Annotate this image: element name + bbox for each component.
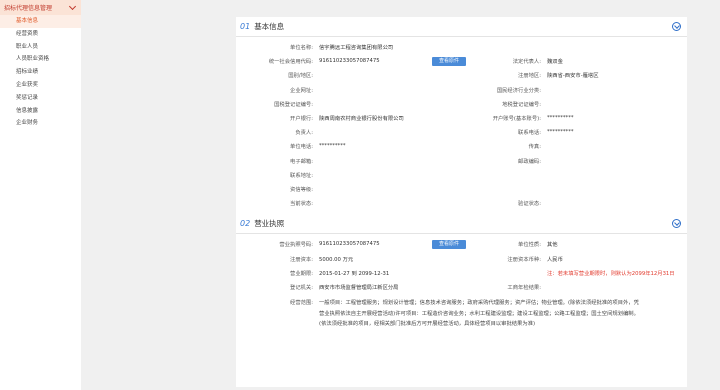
field-value: 其他 — [547, 242, 558, 249]
field-label: 当前状态: — [290, 201, 313, 208]
field-label: 邮政编码: — [518, 158, 541, 165]
field-row: 当前状态: 验证状态: — [236, 196, 687, 210]
field-value: 陕西周南农村商业银行股份有限公司 — [319, 116, 404, 123]
field-value: 5000.00 万元 — [319, 256, 354, 263]
field-row: 资信等级: — [236, 182, 687, 196]
field-label: 资信等级: — [290, 186, 313, 193]
field-row: 单位名称: 信宇腾远工程咨询集团有限公司 — [236, 40, 687, 54]
scope-label: 经营范围: — [290, 300, 313, 306]
field-label: 国别/地区: — [288, 73, 313, 80]
field-label: 工商年检结果: — [507, 284, 541, 291]
button-cell: 查看原件 — [429, 56, 471, 66]
field-label: 国税登记证编号: — [274, 101, 313, 108]
section-title: 营业执照 — [254, 219, 285, 229]
field-row: 单位电话: ********** 传真: — [236, 139, 687, 153]
sidebar-item[interactable]: 企业获奖 — [0, 79, 81, 92]
collapse-toggle-icon[interactable] — [672, 219, 681, 229]
sidebar-item[interactable]: 信息披露 — [0, 105, 81, 118]
main-panel: 01 基本信息 单位名称: 信宇腾远工程咨询集团有限公司 统一社会信用代码: 9161… — [236, 17, 687, 387]
button-cell: 查看原件 — [429, 239, 471, 249]
sidebar-header-label: 招标代理信息管理 — [4, 5, 53, 12]
field-row: 营业期限: 2015-01-27 到 2099-12-31 注：若未填写营业期限时，… — [236, 266, 687, 280]
field-value: ********** — [547, 115, 574, 122]
field-label: 地税登记证编号: — [502, 101, 541, 108]
field-label: 开户银行: — [290, 116, 313, 123]
field-row: 企业网址: 国民经济行业分类: — [236, 83, 687, 97]
sidebar-item[interactable]: 人员职业资格 — [0, 53, 81, 66]
section-number: 02 — [240, 219, 251, 229]
field-label: 联系电话: — [518, 130, 541, 137]
field-label: 登记机关: — [290, 284, 313, 291]
sidebar-item[interactable]: 经营资质 — [0, 28, 81, 41]
scope-text: 一般项目：工程管理服务；规划设计管理；信息技术咨询服务；政府采购代理服务；资产评… — [319, 300, 639, 327]
field-label: 营业期限: — [290, 270, 313, 277]
field-label: 联系地址: — [290, 172, 313, 179]
field-row: 国税登记证编号: 地税登记证编号: — [236, 97, 687, 111]
collapse-toggle-icon[interactable] — [672, 22, 681, 31]
field-label: 注册地区: — [518, 73, 541, 80]
field-value: 人民币 — [547, 256, 563, 263]
business-scope: 经营范围: 一般项目：工程管理服务；规划设计管理；信息技术咨询服务；政府采购代理… — [236, 294, 687, 330]
field-label: 开户账号(基本账号): — [492, 116, 541, 123]
field-label: 营业执照号码: — [279, 242, 313, 249]
sidebar-item[interactable]: 招标业绩 — [0, 66, 81, 79]
field-value: 916110233057087475 — [319, 241, 380, 248]
section-number: 01 — [240, 22, 251, 31]
chevron-down-icon[interactable] — [68, 2, 77, 10]
view-original-button[interactable]: 查看原件 — [432, 56, 466, 66]
sidebar-item[interactable]: 基本信息 — [0, 15, 81, 28]
field-row: 负责人: 联系电话: ********** — [236, 125, 687, 139]
field-value: 西安市市场监督管理局江新区分局 — [319, 284, 399, 291]
field-value: 注：若未填写营业期限时，则默认为2099年12月31日 — [547, 270, 675, 277]
sidebar-header[interactable]: 招标代理信息管理 — [0, 0, 81, 15]
field-value: 信宇腾远工程咨询集团有限公司 — [319, 45, 394, 52]
field-label: 单位名称: — [290, 45, 313, 52]
field-row: 营业执照号码: 916110233057087475 查看原件 单位性质: 其他 — [236, 237, 687, 251]
field-row: 登记机关: 西安市市场监督管理局江新区分局 工商年检结果: — [236, 280, 687, 294]
field-row: 开户银行: 陕西周南农村商业银行股份有限公司 开户账号(基本账号): ********… — [236, 111, 687, 125]
field-label: 注册资本币种: — [507, 256, 541, 263]
field-label: 统一社会信用代码: — [268, 59, 313, 66]
field-label: 传真: — [528, 144, 541, 151]
basic-info-section-header: 01 基本信息 — [236, 17, 687, 37]
field-row: 统一社会信用代码: 916110233057087475 查看原件 法定代表人: 魏双金 — [236, 54, 687, 68]
field-label: 法定代表人: — [512, 59, 541, 66]
field-row: 联系地址: — [236, 168, 687, 182]
field-row: 国别/地区: 注册地区: 陕西省-西安市-雁塔区 — [236, 68, 687, 82]
field-row: 注册资本: 5000.00 万元 注册资本币种: 人民币 — [236, 251, 687, 265]
field-label: 验证状态: — [518, 201, 541, 208]
basic-info-fields: 单位名称: 信宇腾远工程咨询集团有限公司 统一社会信用代码: 916110233057… — [236, 37, 687, 210]
sidebar-item[interactable]: 职业人员 — [0, 41, 81, 54]
sidebar-item[interactable]: 奖惩记录 — [0, 92, 81, 105]
section-title: 基本信息 — [254, 22, 285, 31]
field-label: 单位电话: — [290, 144, 313, 151]
field-label: 注册资本: — [290, 256, 313, 263]
field-value: ********** — [547, 129, 574, 136]
sidebar-menu: 基本信息 经营资质 职业人员 人员职业资格 招标业绩 企业获奖 奖惩记录 信息披露 企业财务 — [0, 15, 81, 130]
license-fields: 营业执照号码: 916110233057087475 查看原件 单位性质: 其他 注册资本… — [236, 234, 687, 294]
field-label: 单位性质: — [518, 242, 541, 249]
field-value: 916110233057087475 — [319, 58, 380, 65]
sidebar-item[interactable]: 企业财务 — [0, 117, 81, 130]
field-label: 电子邮箱: — [290, 158, 313, 165]
field-value: 2015-01-27 到 2099-12-31 — [319, 270, 390, 277]
view-original-button[interactable]: 查看原件 — [432, 239, 466, 249]
field-label: 负责人: — [295, 130, 313, 137]
field-label: 企业网址: — [290, 87, 313, 94]
field-label: 国民经济行业分类: — [496, 87, 541, 94]
field-row: 电子邮箱: 邮政编码: — [236, 154, 687, 168]
field-value: 魏双金 — [547, 59, 563, 66]
license-section-header: 02 营业执照 — [236, 214, 687, 235]
sidebar: 招标代理信息管理 基本信息 经营资质 职业人员 人员职业资格 招标业绩 企业获奖 奖惩记录信… — [0, 0, 81, 390]
field-value: ********** — [319, 143, 346, 150]
field-value: 陕西省-西安市-雁塔区 — [547, 73, 599, 80]
